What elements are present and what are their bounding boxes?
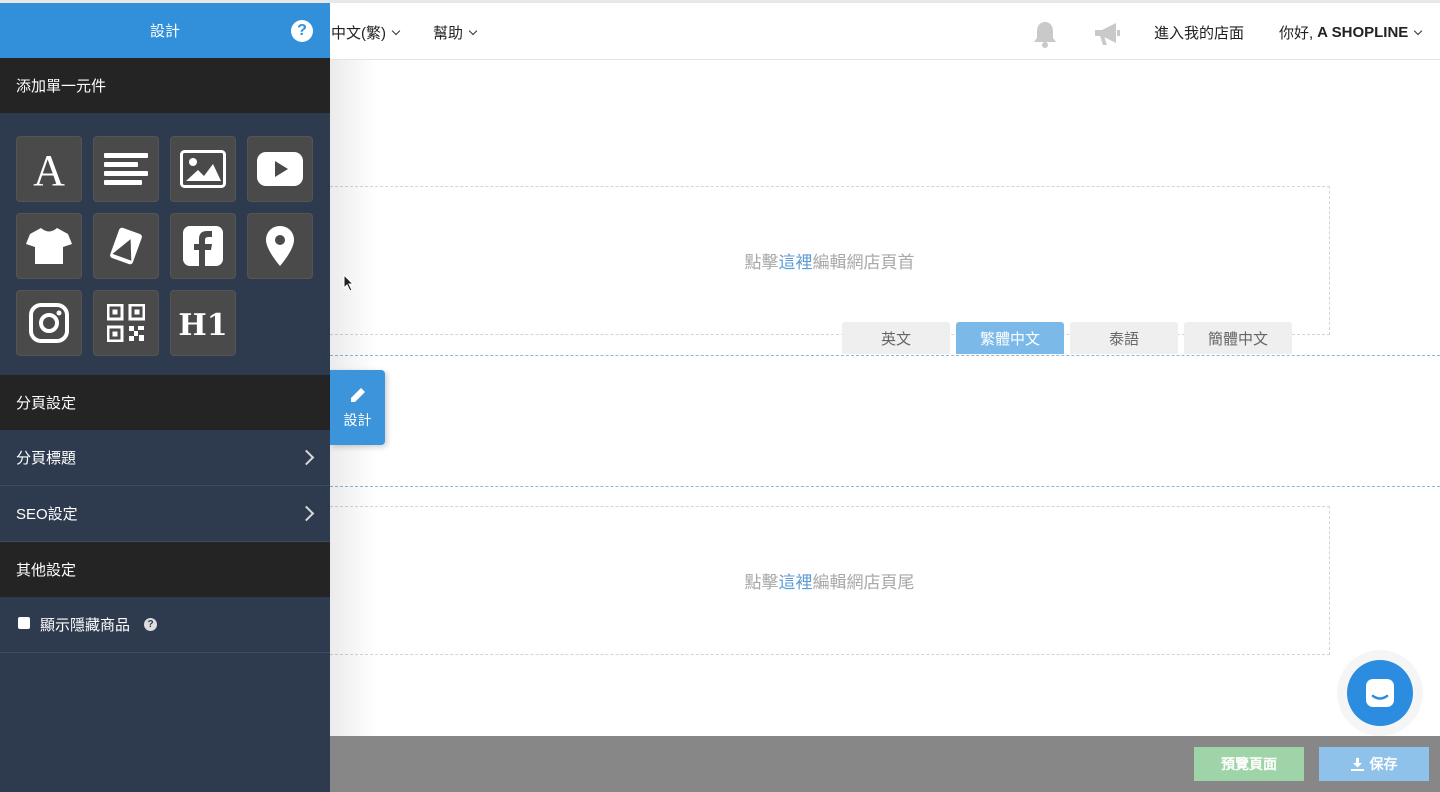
tab-thai[interactable]: 泰語	[1070, 322, 1178, 354]
header-edit-area[interactable]: 點擊這裡編輯網店頁首	[330, 186, 1330, 335]
header-edit-text: 點擊這裡編輯網店頁首	[744, 253, 915, 272]
download-icon	[1350, 757, 1364, 771]
tab-english[interactable]: 英文	[842, 322, 950, 354]
svg-text:H1: H1	[178, 308, 227, 340]
seo-settings-item[interactable]: SEO設定	[0, 486, 330, 542]
sidebar-header: 設計 ?	[0, 0, 330, 58]
instagram-widget[interactable]	[16, 290, 82, 356]
facebook-icon	[183, 226, 223, 266]
youtube-icon	[257, 152, 303, 186]
footer-edit-link[interactable]: 這裡	[779, 573, 813, 592]
tags-icon	[110, 227, 142, 265]
save-button[interactable]: 保存	[1319, 747, 1429, 781]
preview-button[interactable]: 預覽頁面	[1194, 747, 1304, 781]
page-title-item[interactable]: 分頁標題	[0, 430, 330, 486]
language-label: 中文(繁)	[331, 25, 386, 42]
image-widget[interactable]	[170, 136, 236, 202]
qrcode-icon	[107, 304, 145, 342]
save-label: 保存	[1369, 756, 1398, 772]
section-add-widget: 添加單一元件	[0, 58, 330, 113]
chevron-right-icon	[298, 505, 315, 522]
image-icon	[180, 150, 226, 188]
show-hidden-products-row: 顯示隱藏商品 ?	[0, 597, 330, 653]
chat-icon	[1366, 679, 1394, 707]
widget-grid: A H1	[0, 113, 330, 375]
seo-settings-label: SEO設定	[16, 506, 78, 523]
chevron-right-icon	[298, 449, 315, 466]
content-bottom-border	[330, 486, 1440, 487]
paragraph-widget[interactable]	[93, 136, 159, 202]
svg-text:A: A	[33, 147, 65, 191]
text-icon: A	[33, 147, 65, 191]
heading-icon: H1	[178, 308, 227, 340]
pencil-icon	[350, 387, 365, 402]
bottom-action-bar: 預覽頁面 保存	[330, 736, 1440, 792]
product-widget[interactable]	[16, 213, 82, 279]
mouse-cursor-icon	[343, 274, 355, 292]
megaphone-icon[interactable]	[1092, 21, 1122, 47]
text-widget[interactable]: A	[16, 136, 82, 202]
tab-traditional-chinese[interactable]: 繁體中文	[956, 322, 1064, 354]
show-hidden-products-checkbox[interactable]	[18, 616, 30, 629]
page-title-label: 分頁標題	[16, 450, 77, 467]
chevron-down-icon	[1414, 26, 1423, 35]
footer-edit-area[interactable]: 點擊這裡編輯網店頁尾	[330, 506, 1330, 655]
help-dropdown[interactable]: 幫助	[433, 22, 478, 43]
design-toggle-button[interactable]: 設計	[330, 370, 385, 445]
sidebar-title: 設計	[149, 23, 180, 40]
product-tags-widget[interactable]	[93, 213, 159, 279]
instagram-icon	[29, 303, 69, 343]
chat-launcher-button[interactable]	[1347, 660, 1413, 726]
facebook-widget[interactable]	[170, 213, 236, 279]
header-edit-link[interactable]: 這裡	[779, 253, 813, 272]
question-icon[interactable]: ?	[144, 618, 158, 631]
show-hidden-products-label: 顯示隱藏商品	[40, 617, 131, 634]
design-toggle-label: 設計	[343, 411, 372, 428]
help-circle-icon[interactable]: ?	[291, 20, 313, 42]
user-menu[interactable]: 你好, A SHOPLINE	[1279, 22, 1423, 43]
help-label: 幫助	[433, 25, 464, 42]
bell-icon[interactable]	[1032, 20, 1058, 48]
user-name: A SHOPLINE	[1317, 24, 1409, 41]
chevron-down-icon	[468, 26, 478, 35]
heading-widget[interactable]: H1	[170, 290, 236, 356]
language-dropdown[interactable]: 中文(繁)	[331, 22, 401, 43]
paragraph-icon	[104, 153, 148, 185]
design-sidebar: 設計 ? 添加單一元件 A H1 分頁設定 分頁標題 SEO設定 其他設定 顯示…	[0, 0, 330, 792]
section-other-settings: 其他設定	[0, 542, 330, 597]
tshirt-icon	[26, 228, 72, 264]
section-page-settings: 分頁設定	[0, 375, 330, 430]
map-widget[interactable]	[247, 213, 313, 279]
page-canvas: 點擊這裡編輯網店頁首 英文 繁體中文 泰語 簡體中文 點擊這裡編輯網店頁尾	[330, 60, 1440, 736]
enter-store-link[interactable]: 進入我的店面	[1154, 22, 1244, 43]
footer-edit-text: 點擊這裡編輯網店頁尾	[744, 573, 915, 592]
language-tabs: 英文 繁體中文 泰語 簡體中文	[842, 322, 1292, 354]
video-widget[interactable]	[247, 136, 313, 202]
map-pin-icon	[266, 226, 294, 266]
tab-simplified-chinese[interactable]: 簡體中文	[1184, 322, 1292, 354]
qrcode-widget[interactable]	[93, 290, 159, 356]
content-top-border	[330, 355, 1440, 356]
greeting-text: 你好,	[1279, 25, 1314, 42]
chevron-down-icon	[391, 26, 401, 35]
enter-store-label: 進入我的店面	[1154, 25, 1245, 42]
